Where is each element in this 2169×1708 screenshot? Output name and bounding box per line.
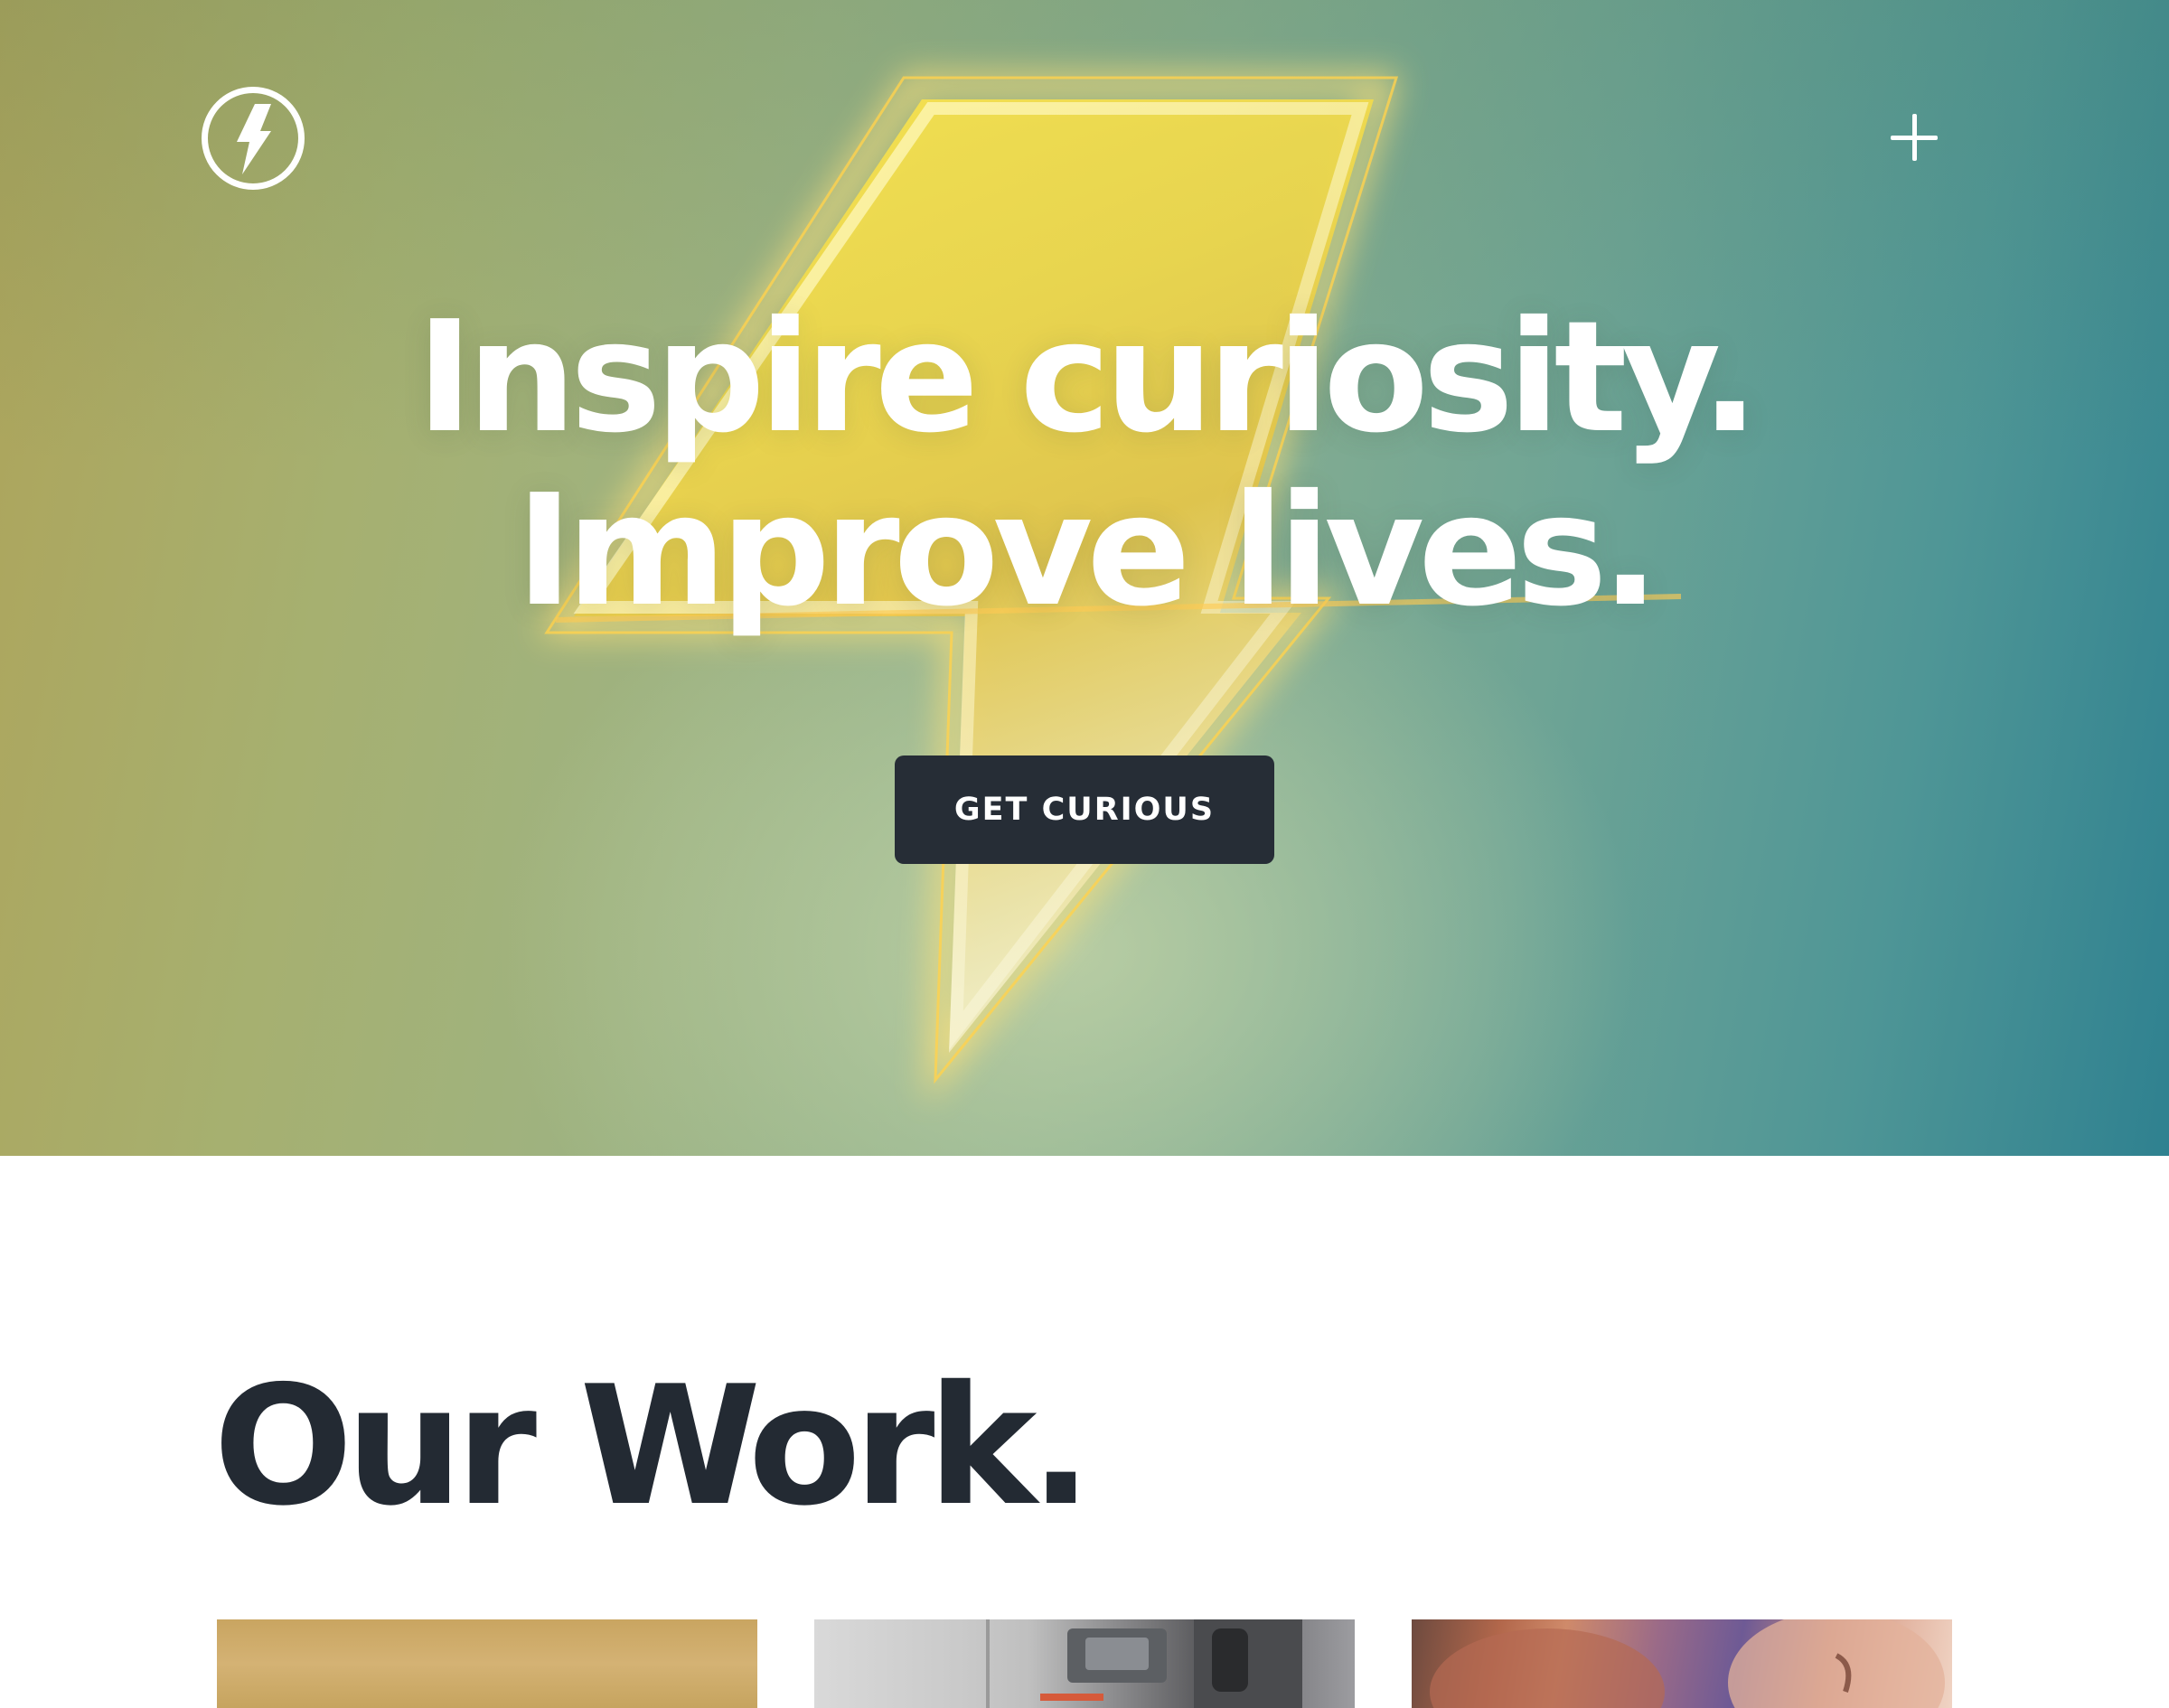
hero-section: Inspire curiosity. Improve lives. GET CU… [0, 0, 2169, 1156]
logo-icon[interactable] [202, 87, 305, 190]
lightning-bolt-icon [237, 104, 271, 174]
work-card-2[interactable] [814, 1619, 1355, 1708]
vehicle-image [986, 1619, 1302, 1708]
work-card-1[interactable] [217, 1619, 757, 1708]
get-curious-button[interactable]: GET CURIOUS [895, 755, 1274, 864]
our-work-heading: Our Work. [213, 1350, 1093, 1542]
hero-headline-line-1: Inspire curiosity. [416, 288, 1760, 467]
work-card-3[interactable] [1412, 1619, 1952, 1708]
people-image [1430, 1619, 1945, 1708]
menu-plus-icon[interactable] [1891, 114, 1938, 161]
hero-headline-line-2: Improve lives. [515, 462, 1659, 641]
hero-headline: Inspire curiosity. Improve lives. [0, 291, 2169, 638]
